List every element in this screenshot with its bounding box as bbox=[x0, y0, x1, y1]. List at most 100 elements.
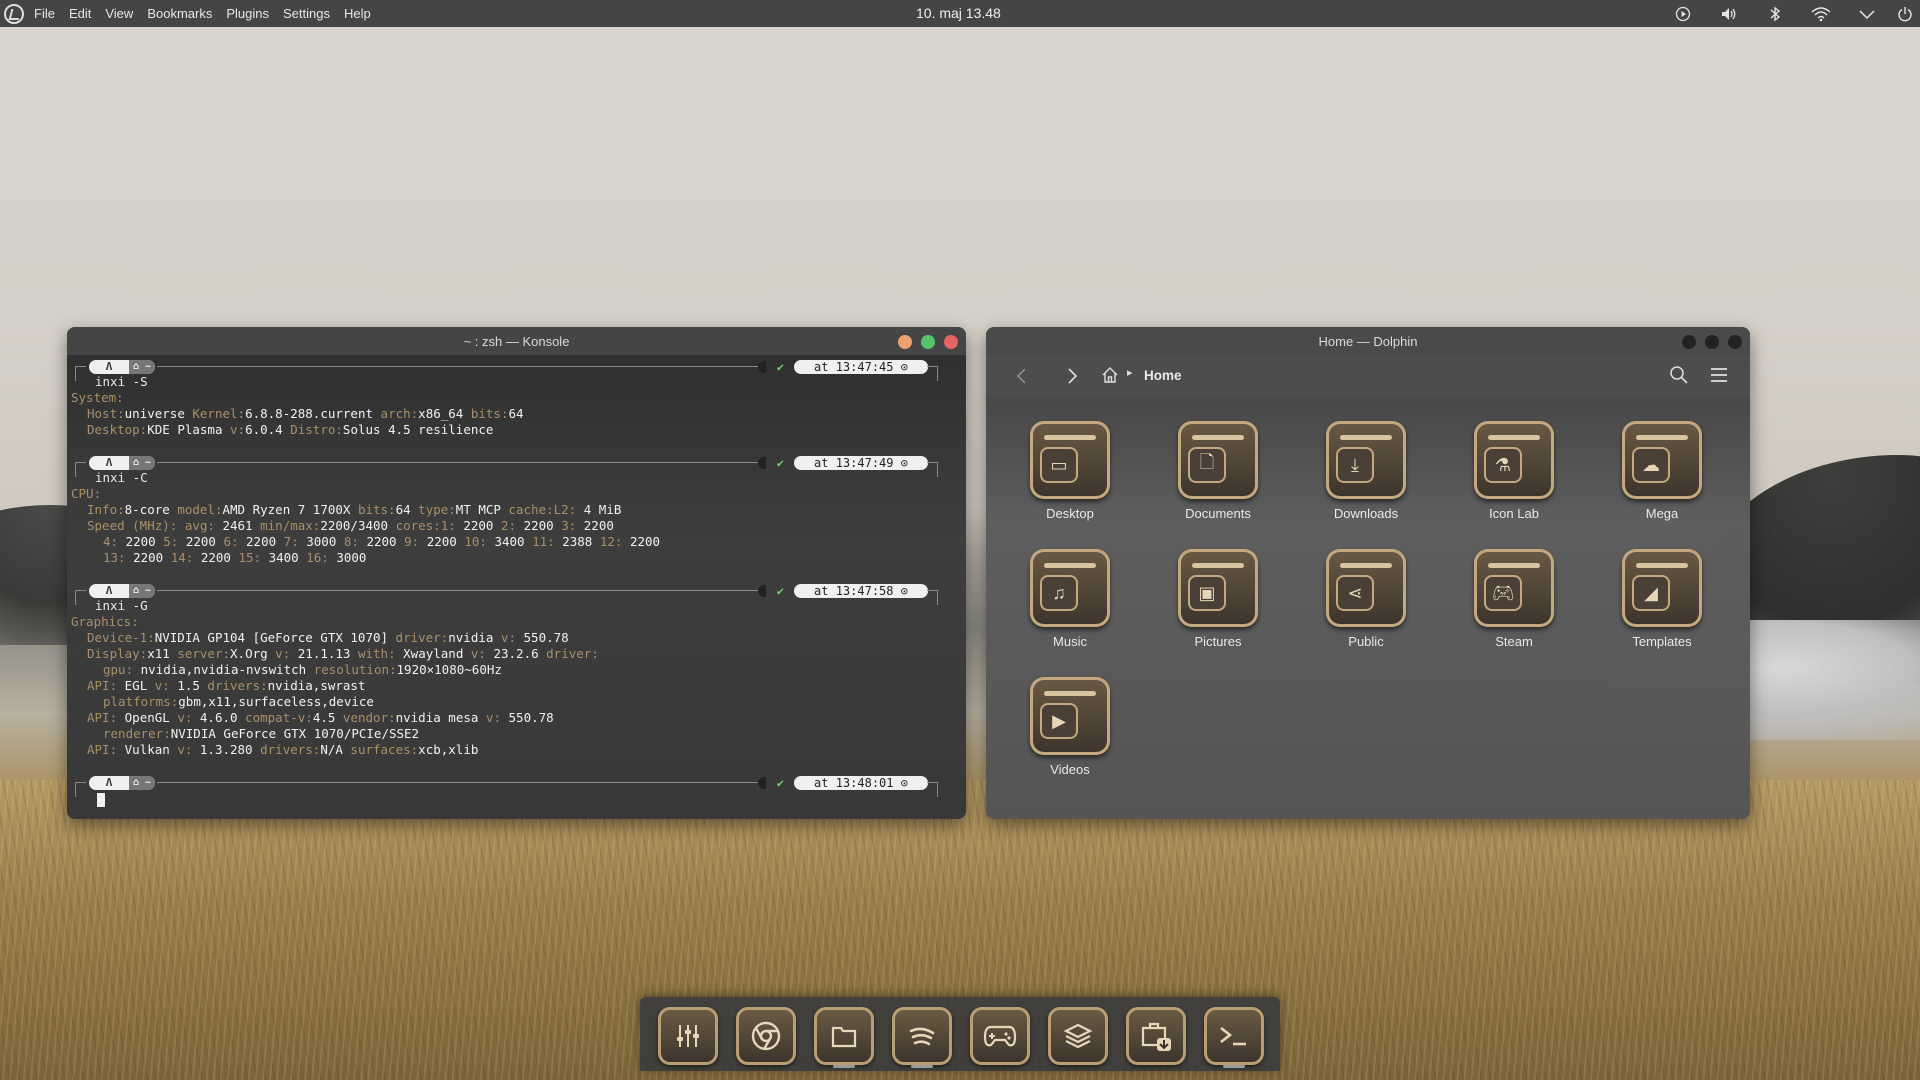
folder-icon: ▶ bbox=[1030, 677, 1110, 755]
home-icon[interactable] bbox=[1101, 366, 1119, 384]
app-launcher-icon[interactable] bbox=[4, 3, 24, 24]
command-line: inxi -G bbox=[95, 598, 148, 613]
dock bbox=[640, 997, 1280, 1071]
folder-icon-lab[interactable]: ⚗ Icon Lab bbox=[1454, 421, 1574, 543]
menu-file[interactable]: File bbox=[34, 6, 55, 21]
back-button[interactable] bbox=[1008, 363, 1034, 389]
forward-button[interactable] bbox=[1060, 363, 1086, 389]
output-line: API: OpenGL v: 4.6.0 compat-v:4.5 vendor… bbox=[87, 710, 554, 725]
folder-icon: ▣ bbox=[1178, 549, 1258, 627]
success-check-icon: ✔ bbox=[776, 360, 784, 374]
folder-mega[interactable]: ☁ Mega bbox=[1602, 421, 1722, 543]
folder-icon: 🗋 bbox=[1178, 421, 1258, 499]
prompt-time: at 13:47:58 ⊙ bbox=[794, 584, 928, 598]
folder-public[interactable]: ⋖ Public bbox=[1306, 549, 1426, 671]
folder-view[interactable]: ▭ Desktop 🗋 Documents ⤓ Downloads ⚗ Icon… bbox=[986, 397, 1750, 819]
terminal-icon[interactable] bbox=[1204, 1007, 1264, 1065]
menu-view[interactable]: View bbox=[105, 6, 133, 21]
prompt-time: at 13:47:45 ⊙ bbox=[794, 360, 928, 374]
folder-icon: ⋖ bbox=[1326, 549, 1406, 627]
success-check-icon: ✔ bbox=[776, 584, 784, 598]
home-icon: ⌂ ~ bbox=[129, 456, 155, 470]
desktop-icon: ▭ bbox=[1040, 447, 1078, 483]
menu-bookmarks[interactable]: Bookmarks bbox=[147, 6, 212, 21]
wifi-icon[interactable] bbox=[1798, 0, 1844, 27]
prompt-time: at 13:48:01 ⊙ bbox=[794, 776, 928, 790]
minimize-button[interactable] bbox=[898, 335, 912, 349]
mixer-icon[interactable] bbox=[658, 1007, 718, 1065]
hamburger-menu-icon[interactable] bbox=[1710, 367, 1728, 383]
files-icon[interactable] bbox=[814, 1007, 874, 1065]
section-header: System: bbox=[71, 390, 124, 405]
close-button[interactable] bbox=[1728, 335, 1742, 349]
folder-label: Documents bbox=[1185, 506, 1251, 521]
clock[interactable]: 10. maj 13.48 bbox=[916, 5, 1001, 21]
output-line: 13: 2200 14: 2200 15: 3400 16: 3000 bbox=[103, 550, 367, 565]
folder-downloads[interactable]: ⤓ Downloads bbox=[1306, 421, 1426, 543]
folder-icon: 🎮︎ bbox=[1474, 549, 1554, 627]
folder-steam[interactable]: 🎮︎ Steam bbox=[1454, 549, 1574, 671]
document-icon: 🗋 bbox=[1188, 447, 1226, 483]
folder-music[interactable]: ♫ Music bbox=[1010, 549, 1130, 671]
section-header: Graphics: bbox=[71, 614, 139, 629]
folder-label: Videos bbox=[1050, 762, 1090, 777]
folder-pictures[interactable]: ▣ Pictures bbox=[1158, 549, 1278, 671]
layers-icon[interactable] bbox=[1048, 1007, 1108, 1065]
download-icon: ⤓ bbox=[1336, 447, 1374, 483]
gamepad-icon[interactable] bbox=[970, 1007, 1030, 1065]
folder-templates[interactable]: ◢ Templates bbox=[1602, 549, 1722, 671]
power-icon[interactable] bbox=[1890, 0, 1920, 27]
spotify-icon[interactable] bbox=[892, 1007, 952, 1065]
running-indicator bbox=[833, 1065, 855, 1068]
menu-settings[interactable]: Settings bbox=[283, 6, 330, 21]
output-line: Speed (MHz): avg: 2461 min/max:2200/3400… bbox=[87, 518, 614, 533]
success-check-icon: ✔ bbox=[776, 456, 784, 470]
folder-label: Mega bbox=[1645, 506, 1679, 521]
prompt-time: at 13:47:49 ⊙ bbox=[794, 456, 928, 470]
folder-label: Music bbox=[1053, 634, 1087, 649]
media-play-icon[interactable] bbox=[1660, 0, 1706, 27]
shell-prompt: Λ ⌂ ~ ✔ at 13:47:58 ⊙ bbox=[67, 583, 966, 605]
folder-videos[interactable]: ▶ Videos bbox=[1010, 677, 1130, 799]
breadcrumb-home[interactable]: Home bbox=[1144, 368, 1182, 383]
folder-icon: ⚗ bbox=[1474, 421, 1554, 499]
folder-label: Icon Lab bbox=[1489, 506, 1539, 521]
menu-help[interactable]: Help bbox=[344, 6, 371, 21]
close-button[interactable] bbox=[944, 335, 958, 349]
software-center-icon[interactable] bbox=[1126, 1007, 1186, 1065]
home-icon: ⌂ ~ bbox=[129, 584, 155, 598]
music-note-icon: ♫ bbox=[1040, 575, 1078, 611]
maximize-button[interactable] bbox=[921, 335, 935, 349]
window-title: Home — Dolphin bbox=[1318, 333, 1418, 349]
folder-label: Downloads bbox=[1333, 506, 1399, 521]
konsole-window[interactable]: ~ : zsh — Konsole Λ ⌂ ~ ✔ at 13:47:45 ⊙ i… bbox=[67, 327, 966, 819]
folder-icon: ⤓ bbox=[1326, 421, 1406, 499]
linux-icon: Λ bbox=[105, 776, 113, 789]
volume-icon[interactable] bbox=[1706, 0, 1752, 27]
chevron-down-icon[interactable] bbox=[1844, 0, 1890, 27]
menu-plugins[interactable]: Plugins bbox=[226, 6, 269, 21]
window-title: ~ : zsh — Konsole bbox=[463, 333, 570, 349]
minimize-button[interactable] bbox=[1682, 335, 1696, 349]
dolphin-toolbar: ▸ Home bbox=[986, 355, 1750, 397]
folder-label: Public bbox=[1348, 634, 1384, 649]
maximize-button[interactable] bbox=[1705, 335, 1719, 349]
output-line: renderer:NVIDIA GeForce GTX 1070/PCIe/SS… bbox=[103, 726, 420, 741]
bluetooth-icon[interactable] bbox=[1752, 0, 1798, 27]
dolphin-window[interactable]: Home — Dolphin ▸ Home ▭ Desktop 🗋 Docume… bbox=[986, 327, 1750, 819]
folder-icon: ☁ bbox=[1622, 421, 1702, 499]
konsole-titlebar[interactable]: ~ : zsh — Konsole bbox=[67, 327, 966, 355]
menu-edit[interactable]: Edit bbox=[69, 6, 91, 21]
system-tray bbox=[1660, 0, 1920, 27]
folder-documents[interactable]: 🗋 Documents bbox=[1158, 421, 1278, 543]
output-line: platforms:gbm,x11,surfaceless,device bbox=[103, 694, 374, 709]
flask-icon: ⚗ bbox=[1484, 447, 1522, 483]
dolphin-titlebar[interactable]: Home — Dolphin bbox=[986, 327, 1750, 355]
folder-desktop[interactable]: ▭ Desktop bbox=[1010, 421, 1130, 543]
running-indicator bbox=[911, 1065, 933, 1068]
search-icon[interactable] bbox=[1669, 365, 1689, 385]
folder-icon: ◢ bbox=[1622, 549, 1702, 627]
terminal-output[interactable]: Λ ⌂ ~ ✔ at 13:47:45 ⊙ inxi -S System: Hos… bbox=[67, 355, 966, 819]
chrome-icon[interactable] bbox=[736, 1007, 796, 1065]
linux-icon: Λ bbox=[105, 584, 113, 597]
